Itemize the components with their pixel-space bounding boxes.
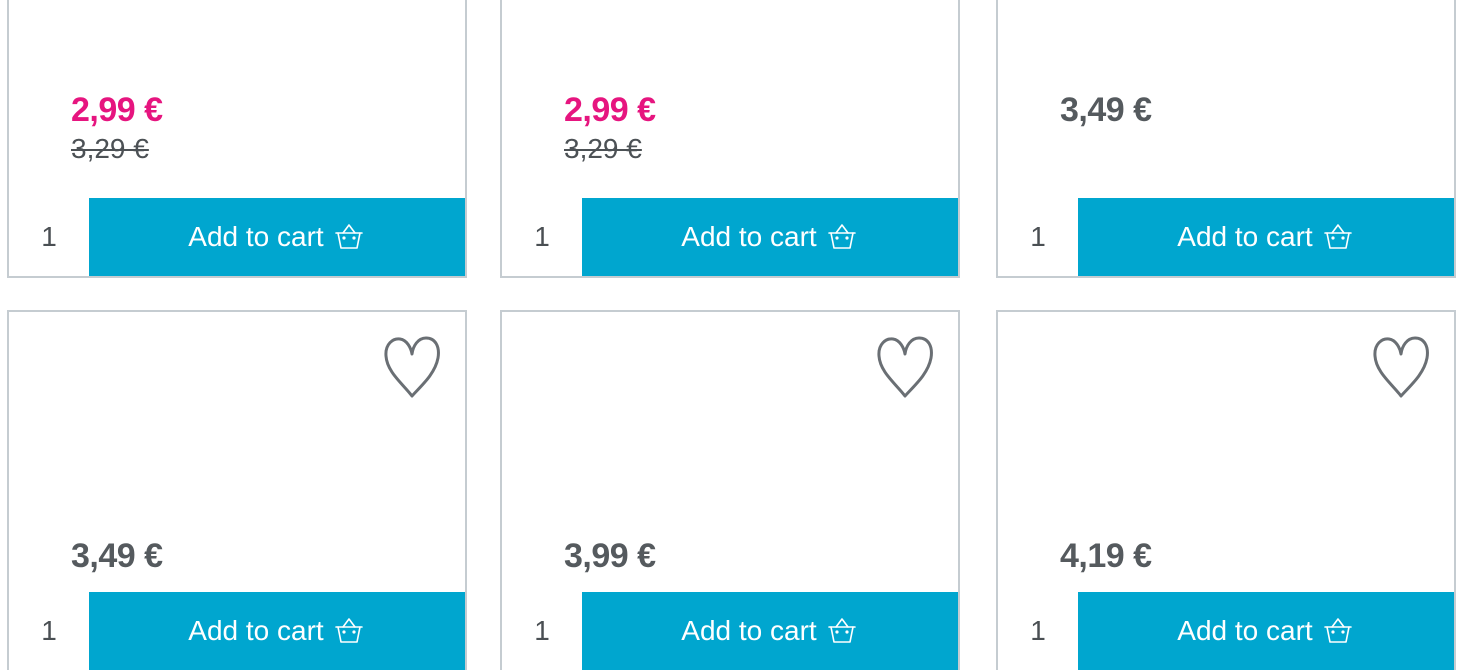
sale-price: 2,99 € [564,91,656,129]
basket-icon [334,224,363,249]
quantity-field[interactable]: 1 [998,198,1078,276]
add-to-cart-row: 1 Add to cart [9,592,465,670]
add-to-cart-label: Add to cart [681,615,817,646]
basket-icon [334,618,363,643]
add-to-cart-label: Add to cart [1177,615,1313,646]
product-card: 2,99 € 3,29 € 1 Add to cart [7,0,467,278]
original-price: 3,29 € [71,133,149,164]
basket-icon [827,618,856,643]
price-block: 3,49 € [71,534,163,578]
add-to-cart-label: Add to cart [681,221,817,252]
price: 4,19 € [1060,537,1152,575]
price: 3,49 € [1060,91,1152,129]
add-to-cart-button[interactable]: Add to cart [582,592,958,670]
sale-price: 2,99 € [71,91,163,129]
price-block: 4,19 € [1060,534,1152,578]
price: 3,49 € [71,537,163,575]
price-block: 2,99 € 3,29 € [71,88,163,166]
heart-icon[interactable] [874,334,936,400]
add-to-cart-button[interactable]: Add to cart [582,198,958,276]
heart-icon[interactable] [381,334,443,400]
product-card: 4,19 € 1 Add to cart [996,310,1456,670]
basket-icon [1323,224,1352,249]
basket-icon [827,224,856,249]
quantity-field[interactable]: 1 [998,592,1078,670]
add-to-cart-label: Add to cart [188,615,324,646]
add-to-cart-label: Add to cart [1177,221,1313,252]
price-block: 2,99 € 3,29 € [564,88,656,166]
quantity-field[interactable]: 1 [502,592,582,670]
product-card: 3,49 € 1 Add to cart [996,0,1456,278]
quantity-field[interactable]: 1 [9,592,89,670]
add-to-cart-row: 1 Add to cart [9,198,465,276]
heart-icon[interactable] [1370,334,1432,400]
quantity-field[interactable]: 1 [9,198,89,276]
add-to-cart-row: 1 Add to cart [502,592,958,670]
price-block: 3,99 € [564,534,656,578]
add-to-cart-label: Add to cart [188,221,324,252]
product-grid: 2,99 € 3,29 € 1 Add to cart 2,99 € 3,29 … [0,0,1465,670]
price: 3,99 € [564,537,656,575]
price-block: 3,49 € [1060,88,1152,132]
add-to-cart-row: 1 Add to cart [502,198,958,276]
add-to-cart-button[interactable]: Add to cart [1078,198,1454,276]
product-card: 2,99 € 3,29 € 1 Add to cart [500,0,960,278]
add-to-cart-button[interactable]: Add to cart [89,592,465,670]
add-to-cart-button[interactable]: Add to cart [1078,592,1454,670]
product-card: 3,99 € 1 Add to cart [500,310,960,670]
add-to-cart-row: 1 Add to cart [998,198,1454,276]
original-price: 3,29 € [564,133,642,164]
add-to-cart-button[interactable]: Add to cart [89,198,465,276]
basket-icon [1323,618,1352,643]
add-to-cart-row: 1 Add to cart [998,592,1454,670]
product-card: 3,49 € 1 Add to cart [7,310,467,670]
quantity-field[interactable]: 1 [502,198,582,276]
